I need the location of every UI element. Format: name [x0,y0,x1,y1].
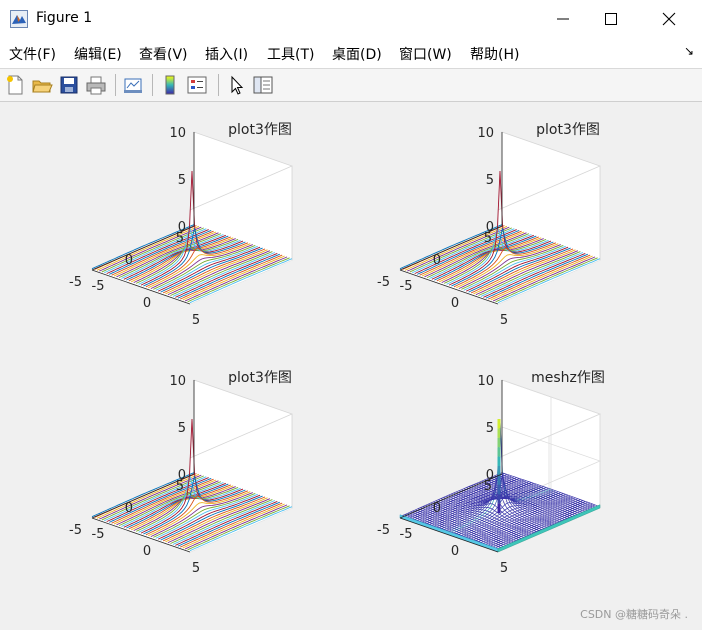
x-tick-label: -5 [400,279,413,294]
y-tick-label: -5 [69,523,82,538]
subplot-grid: 0 5 10 -5 0 5 -5 0 5 plot3作图 0 5 10 -5 0 5 -5 0 5 plot3作图 0 5… [69,122,605,576]
y-tick-label: 5 [176,231,184,246]
figure-canvas[interactable]: 0 5 10 -5 0 5 -5 0 5 plot3作图 0 5 10 -5 0 5 -5 0 5 plot3作图 0 5… [2,102,700,626]
subplot-title: meshz作图 [531,370,605,386]
y-tick-label: 0 [125,501,133,516]
subplot-title: plot3作图 [228,370,292,386]
save-icon[interactable] [58,74,80,96]
x-tick-label: 5 [192,313,200,328]
watermark: CSDN @糖糖码奇朵 . [580,608,688,621]
y-tick-label: 0 [433,253,441,268]
x-tick-label: -5 [92,527,105,542]
close-button[interactable] [646,0,692,38]
minimize-button[interactable] [540,0,586,38]
y-tick-label: -5 [377,275,390,290]
toolbar-separator [115,74,116,96]
menu-tools[interactable]: 工具(T) [267,44,314,64]
x-tick-label: 0 [143,544,151,559]
y-tick-label: -5 [69,275,82,290]
print-icon[interactable] [85,74,107,96]
subplot-3: 0510-505-505plot3作图 [69,370,293,576]
x-tick-label: -5 [400,527,413,542]
y-tick-label: 5 [176,479,184,494]
subplot-2: 0510-505-505plot3作图 [377,122,601,328]
z-tick-label: 10 [169,126,186,141]
x-tick-label: 5 [192,561,200,576]
window-title: Figure 1 [36,10,93,26]
menu-insert[interactable]: 插入(I) [205,44,248,64]
menu-help[interactable]: 帮助(H) [470,44,519,64]
menu-edit[interactable]: 编辑(E) [74,44,122,64]
pointer-icon[interactable] [225,74,247,96]
x-tick-label: 0 [451,296,459,311]
toolbar-separator [152,74,153,96]
maximize-icon [605,13,617,25]
toolbar-separator [218,74,219,96]
new-figure-icon[interactable] [4,74,26,96]
y-tick-label: 5 [484,479,492,494]
open-file-icon[interactable] [31,74,53,96]
z-tick-label: 10 [477,374,494,389]
z-tick-label: 5 [486,173,494,188]
link-plot-icon[interactable] [122,74,144,96]
subplot-title: plot3作图 [536,122,600,138]
menu-window[interactable]: 窗口(W) [399,44,452,64]
close-icon [662,12,676,26]
x-tick-label: 0 [451,544,459,559]
menu-bar: 文件(F) 编辑(E) 查看(V) 插入(I) 工具(T) 桌面(D) 窗口(W… [0,38,702,68]
z-tick-label: 10 [169,374,186,389]
y-tick-label: -5 [377,523,390,538]
matlab-logo-icon [10,10,28,28]
menu-desktop[interactable]: 桌面(D) [332,44,382,64]
z-tick-label: 5 [486,421,494,436]
z-tick-label: 10 [477,126,494,141]
menu-overflow-arrow[interactable]: ↘ [684,44,694,58]
y-tick-label: 5 [484,231,492,246]
subplot-1: 0510-505-505plot3作图 [69,122,293,328]
legend-icon[interactable] [186,74,208,96]
x-tick-label: 5 [500,561,508,576]
y-tick-label: 0 [125,253,133,268]
x-tick-label: 0 [143,296,151,311]
subplot-title: plot3作图 [228,122,292,138]
menu-file[interactable]: 文件(F) [9,44,56,64]
menu-view[interactable]: 查看(V) [139,44,188,64]
z-tick-label: 5 [178,173,186,188]
maximize-button[interactable] [588,0,634,38]
title-bar: Figure 1 [0,0,702,38]
z-tick-label: 5 [178,421,186,436]
x-tick-label: -5 [92,279,105,294]
y-tick-label: 0 [433,501,441,516]
property-editor-icon[interactable] [252,74,274,96]
toolbar [0,68,702,102]
subplot-4: 0510-505-505meshz作图 [377,370,605,576]
minimize-icon [557,18,569,20]
x-tick-label: 5 [500,313,508,328]
colorbar-icon[interactable] [159,74,181,96]
